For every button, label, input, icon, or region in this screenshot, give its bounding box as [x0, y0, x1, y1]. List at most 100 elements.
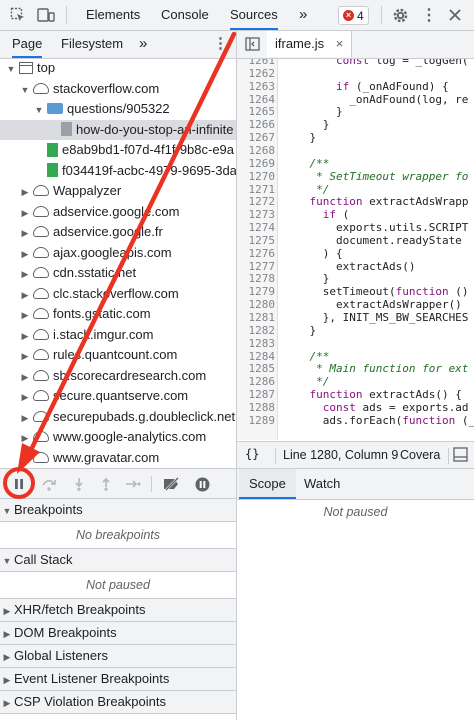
code-line[interactable]: 1274 exports.utils.SCRIPT: [237, 222, 474, 234]
line-number[interactable]: 1271: [237, 183, 276, 196]
line-number[interactable]: 1275: [237, 235, 276, 247]
editor-file-tab[interactable]: iframe.js ×: [267, 31, 353, 57]
line-number[interactable]: 1273: [237, 209, 276, 221]
tree-item[interactable]: ▼ questions/905322: [0, 99, 236, 119]
expand-arrow-right-icon[interactable]: ▶: [20, 285, 30, 304]
tab-watch[interactable]: Watch: [304, 469, 340, 499]
more-tabs-button[interactable]: »: [299, 0, 307, 30]
expand-arrow-down-icon[interactable]: ▼: [34, 100, 44, 119]
expand-arrow-right-icon[interactable]: ▶: [20, 203, 30, 222]
code-line[interactable]: 1279 setTimeout(function (): [237, 286, 474, 298]
line-number[interactable]: 1289: [237, 415, 276, 427]
code-line[interactable]: 1262: [237, 68, 474, 80]
line-number[interactable]: 1277: [237, 260, 276, 273]
code-line[interactable]: 1271 */: [237, 183, 474, 196]
expand-arrow-right-icon[interactable]: ▶: [20, 264, 30, 283]
line-number[interactable]: 1274: [237, 222, 276, 234]
line-number[interactable]: 1276: [237, 248, 276, 260]
step-icon[interactable]: [124, 475, 142, 493]
line-number[interactable]: 1288: [237, 402, 276, 414]
step-into-icon[interactable]: [70, 475, 88, 493]
step-over-icon[interactable]: [40, 475, 58, 493]
code-line[interactable]: 1273 if (: [237, 209, 474, 221]
tree-item[interactable]: ▶ securepubads.g.doubleclick.net: [0, 407, 236, 427]
code-line[interactable]: 1269 /**: [237, 158, 474, 170]
tree-item[interactable]: ▶ Wappalyzer: [0, 181, 236, 201]
inspect-element-icon[interactable]: [8, 5, 28, 25]
tree-item[interactable]: ▶ rules.quantcount.com: [0, 345, 236, 365]
expand-arrow-right-icon[interactable]: ▶: [20, 387, 30, 406]
tab-scope[interactable]: Scope: [239, 469, 296, 499]
code-line[interactable]: 1261 const log = _logGen(: [237, 59, 474, 67]
error-count-badge[interactable]: × 4: [338, 6, 369, 25]
expand-arrow-down-icon[interactable]: ▼: [6, 59, 16, 78]
code-line[interactable]: 1284 /**: [237, 350, 474, 363]
deactivate-breakpoints-icon[interactable]: [163, 475, 181, 493]
pane-header[interactable]: ▶ Global Listeners: [0, 644, 236, 668]
code-line[interactable]: 1266 }: [237, 119, 474, 131]
pane-header[interactable]: ▶ CSP Violation Breakpoints: [0, 690, 236, 714]
step-out-icon[interactable]: [97, 475, 115, 493]
pane-header[interactable]: ▶ Event Listener Breakpoints: [0, 667, 236, 691]
line-number[interactable]: 1280: [237, 299, 276, 311]
settings-gear-icon[interactable]: [390, 5, 410, 25]
expand-arrow-right-icon[interactable]: ▶: [20, 223, 30, 242]
pane-header[interactable]: ▼ Call Stack: [0, 548, 236, 572]
tab-page[interactable]: Page: [12, 31, 43, 58]
code-line[interactable]: 1283: [237, 338, 474, 350]
tree-item[interactable]: ▶ sb.scorecardresearch.com: [0, 366, 236, 386]
expand-arrow-right-icon[interactable]: ▶: [20, 428, 30, 447]
device-toolbar-icon[interactable]: [36, 5, 56, 25]
tree-item[interactable]: ▶ www.gravatar.com: [0, 448, 236, 468]
code-line[interactable]: 1265 }: [237, 106, 474, 118]
line-number[interactable]: 1282: [237, 325, 276, 337]
navigator-menu-icon[interactable]: ⋮: [213, 31, 228, 58]
code-line[interactable]: 1268: [237, 145, 474, 157]
line-number[interactable]: 1278: [237, 273, 276, 285]
pane-header[interactable]: ▶ DOM Breakpoints: [0, 621, 236, 645]
expand-arrow-right-icon[interactable]: ▶: [20, 367, 30, 386]
pause-on-exceptions-icon[interactable]: [193, 475, 211, 493]
tree-item[interactable]: ▶ fonts.gstatic.com: [0, 304, 236, 324]
line-number[interactable]: 1263: [237, 81, 276, 93]
tree-item[interactable]: ▶ clc.stackoverflow.com: [0, 284, 236, 304]
tree-item[interactable]: ▼ stackoverflow.com: [0, 79, 236, 99]
tab-filesystem[interactable]: Filesystem: [61, 31, 123, 58]
tree-item[interactable]: ▶ adservice.google.com: [0, 202, 236, 222]
code-line[interactable]: 1282 }: [237, 325, 474, 337]
line-number[interactable]: 1272: [237, 196, 276, 208]
line-number[interactable]: 1286: [237, 376, 276, 388]
tree-item[interactable]: ▶ adservice.google.fr: [0, 222, 236, 242]
tab-elements[interactable]: Elements: [86, 0, 140, 30]
tab-sources[interactable]: Sources: [230, 0, 278, 30]
expand-arrow-right-icon[interactable]: ▶: [20, 326, 30, 345]
code-line[interactable]: 1272 function extractAdsWrapp: [237, 196, 474, 208]
kebab-menu-icon[interactable]: ⋮: [419, 5, 439, 25]
line-number[interactable]: 1281: [237, 312, 276, 324]
expand-arrow-right-icon[interactable]: ▶: [20, 244, 30, 263]
code-line[interactable]: 1263 if (_onAdFound) {: [237, 80, 474, 93]
tree-item[interactable]: ▶ i.stack.imgur.com: [0, 325, 236, 345]
code-line[interactable]: 1278 }: [237, 273, 474, 285]
code-line[interactable]: 1275 document.readyState: [237, 235, 474, 247]
line-number[interactable]: 1268: [237, 145, 276, 157]
tree-item[interactable]: e8ab9bd1-f07d-4f1f-9b8c-e9a: [0, 140, 236, 160]
code-line[interactable]: 1289 ads.forEach(function (_: [237, 414, 474, 427]
tree-item[interactable]: how-do-you-stop-an-infinite: [0, 119, 236, 140]
tree-item[interactable]: ▼ top: [0, 59, 236, 78]
code-line[interactable]: 1280 extractAdsWrapper(): [237, 299, 474, 311]
line-number[interactable]: 1265: [237, 106, 276, 118]
expand-arrow-right-icon[interactable]: ▶: [20, 305, 30, 324]
expand-arrow-right-icon[interactable]: ▶: [20, 449, 30, 468]
close-devtools-icon[interactable]: [445, 5, 465, 25]
line-number[interactable]: 1270: [237, 171, 276, 183]
pane-header[interactable]: ▼ Breakpoints: [0, 498, 236, 522]
tree-item[interactable]: ▶ secure.quantserve.com: [0, 386, 236, 406]
toggle-navigator-icon[interactable]: [245, 37, 260, 54]
tree-item[interactable]: f034419f-acbc-4979-9695-3da: [0, 161, 236, 181]
tab-console[interactable]: Console: [161, 0, 209, 30]
line-number[interactable]: 1284: [237, 350, 276, 363]
code-line[interactable]: 1276 ) {: [237, 248, 474, 260]
line-number[interactable]: 1283: [237, 338, 276, 350]
code-line[interactable]: 1264 _onAdFound(log, re: [237, 93, 474, 106]
